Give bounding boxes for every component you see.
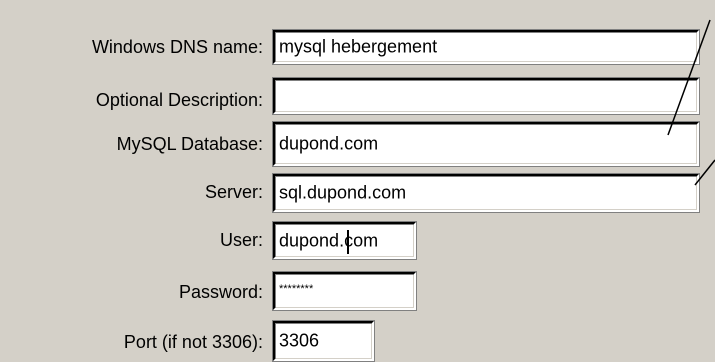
user-label: User: xyxy=(219,230,263,250)
description-input[interactable] xyxy=(272,77,700,115)
server-label: Server: xyxy=(204,182,263,202)
dns-name-value: mysql hebergement xyxy=(279,36,438,57)
dns-name-label: Windows DNS name: xyxy=(91,37,263,57)
database-value: dupond.com xyxy=(279,133,379,154)
server-input[interactable]: sql.dupond.com xyxy=(272,173,700,213)
dns-name-input[interactable]: mysql hebergement xyxy=(272,29,700,65)
port-value: 3306 xyxy=(279,330,320,351)
password-label: Password: xyxy=(178,282,263,302)
user-value: dupond.com xyxy=(279,230,379,250)
port-input[interactable]: 3306 xyxy=(272,320,375,362)
password-input[interactable]: ******** xyxy=(272,271,417,311)
database-label: MySQL Database: xyxy=(116,134,263,154)
user-input[interactable]: dupond.com xyxy=(272,221,417,260)
odbc-config-form: Windows DNS name: mysql hebergement Opti… xyxy=(0,0,715,362)
description-label: Optional Description: xyxy=(95,90,263,110)
password-value: ******** xyxy=(279,283,314,296)
text-caret xyxy=(347,230,349,254)
port-label: Port (if not 3306): xyxy=(123,332,263,352)
database-input[interactable]: dupond.com xyxy=(272,121,700,167)
server-value: sql.dupond.com xyxy=(279,182,407,203)
